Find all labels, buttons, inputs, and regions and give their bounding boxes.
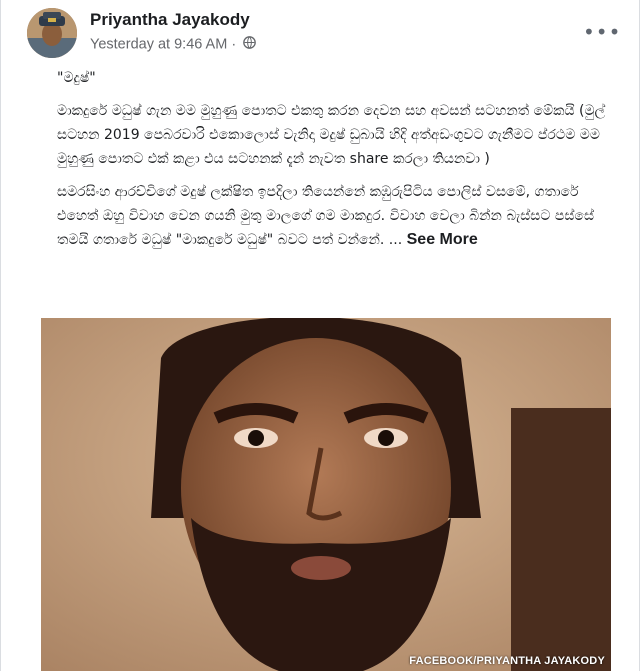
post-timestamp[interactable]: Yesterday at 9:46 AM: [90, 37, 227, 53]
post-paragraph-text: සමරසිංහ ආරච්චිගේ මදුෂ් ලක්ෂිත ඉපදිලා තිය…: [57, 184, 595, 248]
globe-icon: [243, 36, 257, 53]
post-body: "මදුෂ්" මාකදුරේ මධුෂ් ගැන මම මුහුණු පොතට…: [57, 66, 617, 261]
post-paragraph: මාකදුරේ මධුෂ් ගැන මම මුහුණු පොතට එකතු කර…: [57, 103, 606, 167]
post-paragraph: සමරසිංහ ආරච්චිගේ මදුෂ් ලක්ෂිත ඉපදිලා තිය…: [57, 180, 617, 252]
photo-caption: FACEBOOK/PRIYANTHA JAYAKODY: [409, 655, 605, 667]
post-paragraph: "මදුෂ්": [57, 70, 96, 86]
meta-separator: ·: [231, 36, 237, 53]
portrait-image: [41, 318, 611, 671]
author-name[interactable]: Priyantha Jayakody: [90, 10, 250, 30]
post-photo[interactable]: FACEBOOK/PRIYANTHA JAYAKODY: [41, 318, 611, 671]
post-header: Priyantha Jayakody Yesterday at 9:46 AM …: [27, 6, 620, 58]
facebook-post-card: Priyantha Jayakody Yesterday at 9:46 AM …: [0, 0, 640, 671]
see-more-link[interactable]: See More: [407, 231, 478, 248]
author-avatar[interactable]: [27, 8, 77, 58]
more-options-icon[interactable]: •••: [583, 22, 620, 46]
post-meta: Yesterday at 9:46 AM ·: [90, 36, 257, 53]
